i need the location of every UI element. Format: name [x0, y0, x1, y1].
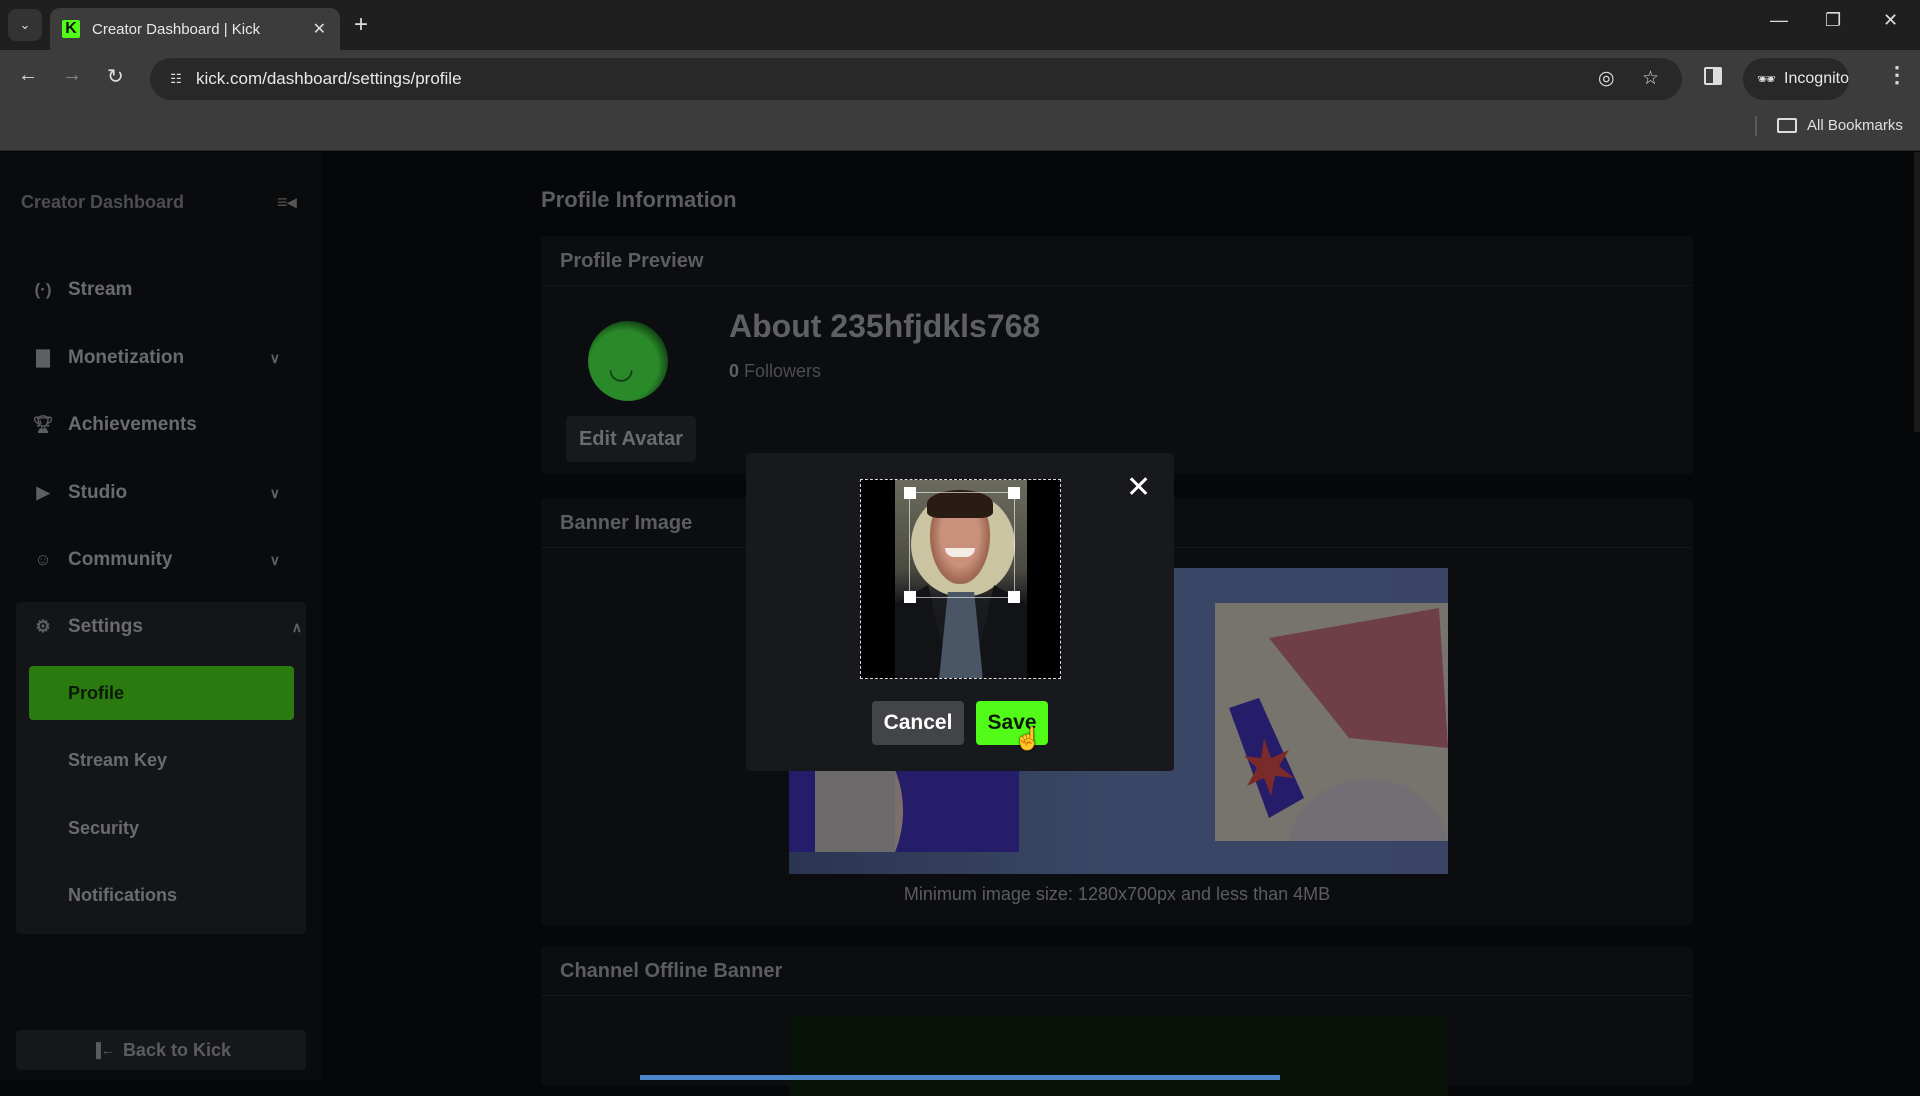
- sidebar-subitem-label: Stream Key: [68, 749, 168, 770]
- chevron-down-icon: ∨: [269, 484, 280, 501]
- edit-avatar-button[interactable]: Edit Avatar: [566, 416, 696, 462]
- folder-icon: [1777, 118, 1797, 133]
- minimize-icon[interactable]: —: [1770, 10, 1788, 31]
- reload-button[interactable]: ↻: [107, 64, 124, 89]
- browser-tabbar: ⌄ K Creator Dashboard | Kick ✕ + — ❐ ✕: [0, 0, 1920, 50]
- about-username: About 235hfjdkls768: [729, 308, 1041, 344]
- sidebar-title: Creator Dashboard: [21, 192, 185, 212]
- cancel-button[interactable]: Cancel: [872, 701, 964, 745]
- pointer-cursor-icon: ☝: [1014, 726, 1042, 751]
- trophy-icon: 🏆︎: [32, 415, 54, 434]
- settings-group: ⚙ Settings ∧ Profile Stream Key Security…: [16, 602, 306, 934]
- crop-handle-bottom-right[interactable]: [1008, 591, 1020, 603]
- kick-favicon-icon: K: [62, 20, 80, 38]
- sidebar-item-label: Achievements: [68, 414, 197, 435]
- kebab-menu-icon[interactable]: ⋮: [1886, 62, 1908, 88]
- window-close-icon[interactable]: ✕: [1883, 10, 1898, 31]
- sidebar-item-studio[interactable]: ▶ Studio ∨: [30, 473, 300, 513]
- sidebar-item-monetization[interactable]: ▇ Monetization ∨: [30, 338, 300, 378]
- sidebar-item-label: Studio: [68, 482, 128, 503]
- crop-selection[interactable]: [904, 487, 1020, 603]
- incognito-badge[interactable]: 🕶 Incognito: [1743, 58, 1849, 100]
- exit-icon: ▐←: [91, 1042, 115, 1058]
- sidebar-subitem-security[interactable]: Security: [29, 801, 294, 855]
- loading-progress-bar: [640, 1075, 1280, 1080]
- page-scrollbar[interactable]: [1914, 152, 1920, 432]
- site-info-icon[interactable]: ☷: [162, 66, 190, 92]
- crop-handle-top-right[interactable]: [1008, 487, 1020, 499]
- sidebar-item-label: Monetization: [68, 347, 185, 368]
- chevron-down-icon: ∨: [269, 551, 280, 568]
- followers-label: Followers: [744, 361, 822, 381]
- sidebar-item-label: Settings: [68, 616, 143, 637]
- sidebar-item-settings[interactable]: ⚙ Settings ∧: [30, 607, 302, 647]
- forward-button[interactable]: →: [62, 64, 82, 87]
- url-text[interactable]: kick.com/dashboard/settings/profile: [196, 69, 462, 89]
- sidebar-subitem-profile[interactable]: Profile: [29, 666, 294, 720]
- sidebar-subitem-notifications[interactable]: Notifications: [29, 868, 294, 922]
- smiley-icon: ◡: [608, 352, 635, 385]
- video-icon: ▶: [36, 483, 50, 502]
- followers-count: 0 Followers: [729, 361, 821, 382]
- profile-preview-card: Profile Preview ◡ Edit Avatar About 235h…: [541, 236, 1693, 474]
- back-to-kick-button[interactable]: ▐← Back to Kick: [16, 1030, 306, 1070]
- sidebar-item-stream[interactable]: (·) Stream: [30, 270, 300, 310]
- all-bookmarks-button[interactable]: All Bookmarks: [1777, 117, 1903, 134]
- banner-size-note: Minimum image size: 1280x700px and less …: [903, 884, 1331, 904]
- crop-area[interactable]: [860, 479, 1061, 679]
- back-to-kick-label: Back to Kick: [122, 1039, 231, 1060]
- restore-icon[interactable]: ❐: [1825, 10, 1841, 31]
- chevron-down-icon: ∨: [269, 349, 280, 366]
- incognito-icon: 🕶: [1757, 71, 1777, 88]
- page-title: Profile Information: [541, 187, 737, 212]
- sidebar-item-community[interactable]: ☺ Community ∨: [30, 540, 300, 580]
- eye-off-icon[interactable]: ◎: [1598, 67, 1615, 90]
- new-tab-button[interactable]: +: [354, 11, 368, 39]
- star-icon[interactable]: ☆: [1642, 67, 1659, 90]
- sidebar-subitem-label: Security: [68, 817, 140, 838]
- avatar-crop-modal: ✕ Cancel Save: [746, 453, 1174, 771]
- users-icon: ☺: [34, 550, 52, 569]
- divider: [1755, 116, 1757, 136]
- close-tab-icon[interactable]: ✕: [313, 19, 326, 39]
- sidebar: Creator Dashboard ≡◂ (·) Stream ▇ Moneti…: [0, 152, 322, 1080]
- broadcast-icon: (·): [34, 280, 52, 299]
- tab-list-button[interactable]: ⌄: [8, 9, 42, 41]
- gear-icon: ⚙: [35, 617, 51, 636]
- back-button[interactable]: ←: [18, 64, 38, 87]
- address-bar[interactable]: ☷ kick.com/dashboard/settings/profile ◎ …: [150, 58, 1682, 100]
- sidebar-item-label: Stream: [68, 279, 133, 300]
- side-panel-icon[interactable]: [1704, 67, 1722, 85]
- sidebar-item-label: Community: [68, 549, 173, 570]
- card-heading: Channel Offline Banner: [541, 946, 1693, 996]
- sidebar-subitem-label: Notifications: [68, 884, 178, 905]
- chevron-up-icon: ∧: [291, 618, 302, 635]
- sidebar-subitem-stream-key[interactable]: Stream Key: [29, 733, 294, 787]
- collapse-sidebar-icon[interactable]: ≡◂: [277, 192, 297, 213]
- tab-title: Creator Dashboard | Kick: [92, 20, 261, 38]
- browser-tab[interactable]: K Creator Dashboard | Kick ✕: [50, 8, 340, 50]
- incognito-label: Incognito: [1784, 70, 1849, 87]
- avatar: ◡: [588, 321, 668, 401]
- card-heading: Profile Preview: [541, 236, 1693, 286]
- close-icon[interactable]: ✕: [1126, 473, 1151, 503]
- browser-toolbar: ← → ↻ ☷ kick.com/dashboard/settings/prof…: [0, 50, 1920, 108]
- crop-handle-bottom-left[interactable]: [904, 591, 916, 603]
- all-bookmarks-label: All Bookmarks: [1807, 117, 1903, 134]
- chevron-down-icon: ⌄: [19, 17, 31, 32]
- bookmarks-bar: All Bookmarks: [0, 108, 1920, 151]
- offline-banner-card: Channel Offline Banner: [541, 946, 1693, 1096]
- sidebar-subitem-label: Profile: [68, 682, 125, 703]
- photo-detail: [939, 592, 983, 678]
- offline-banner-preview[interactable]: [789, 1016, 1448, 1096]
- crop-handle-top-left[interactable]: [904, 487, 916, 499]
- sidebar-item-achievements[interactable]: 🏆︎ Achievements: [30, 405, 300, 445]
- chart-icon: ▇: [36, 348, 50, 367]
- followers-number: 0: [729, 361, 740, 381]
